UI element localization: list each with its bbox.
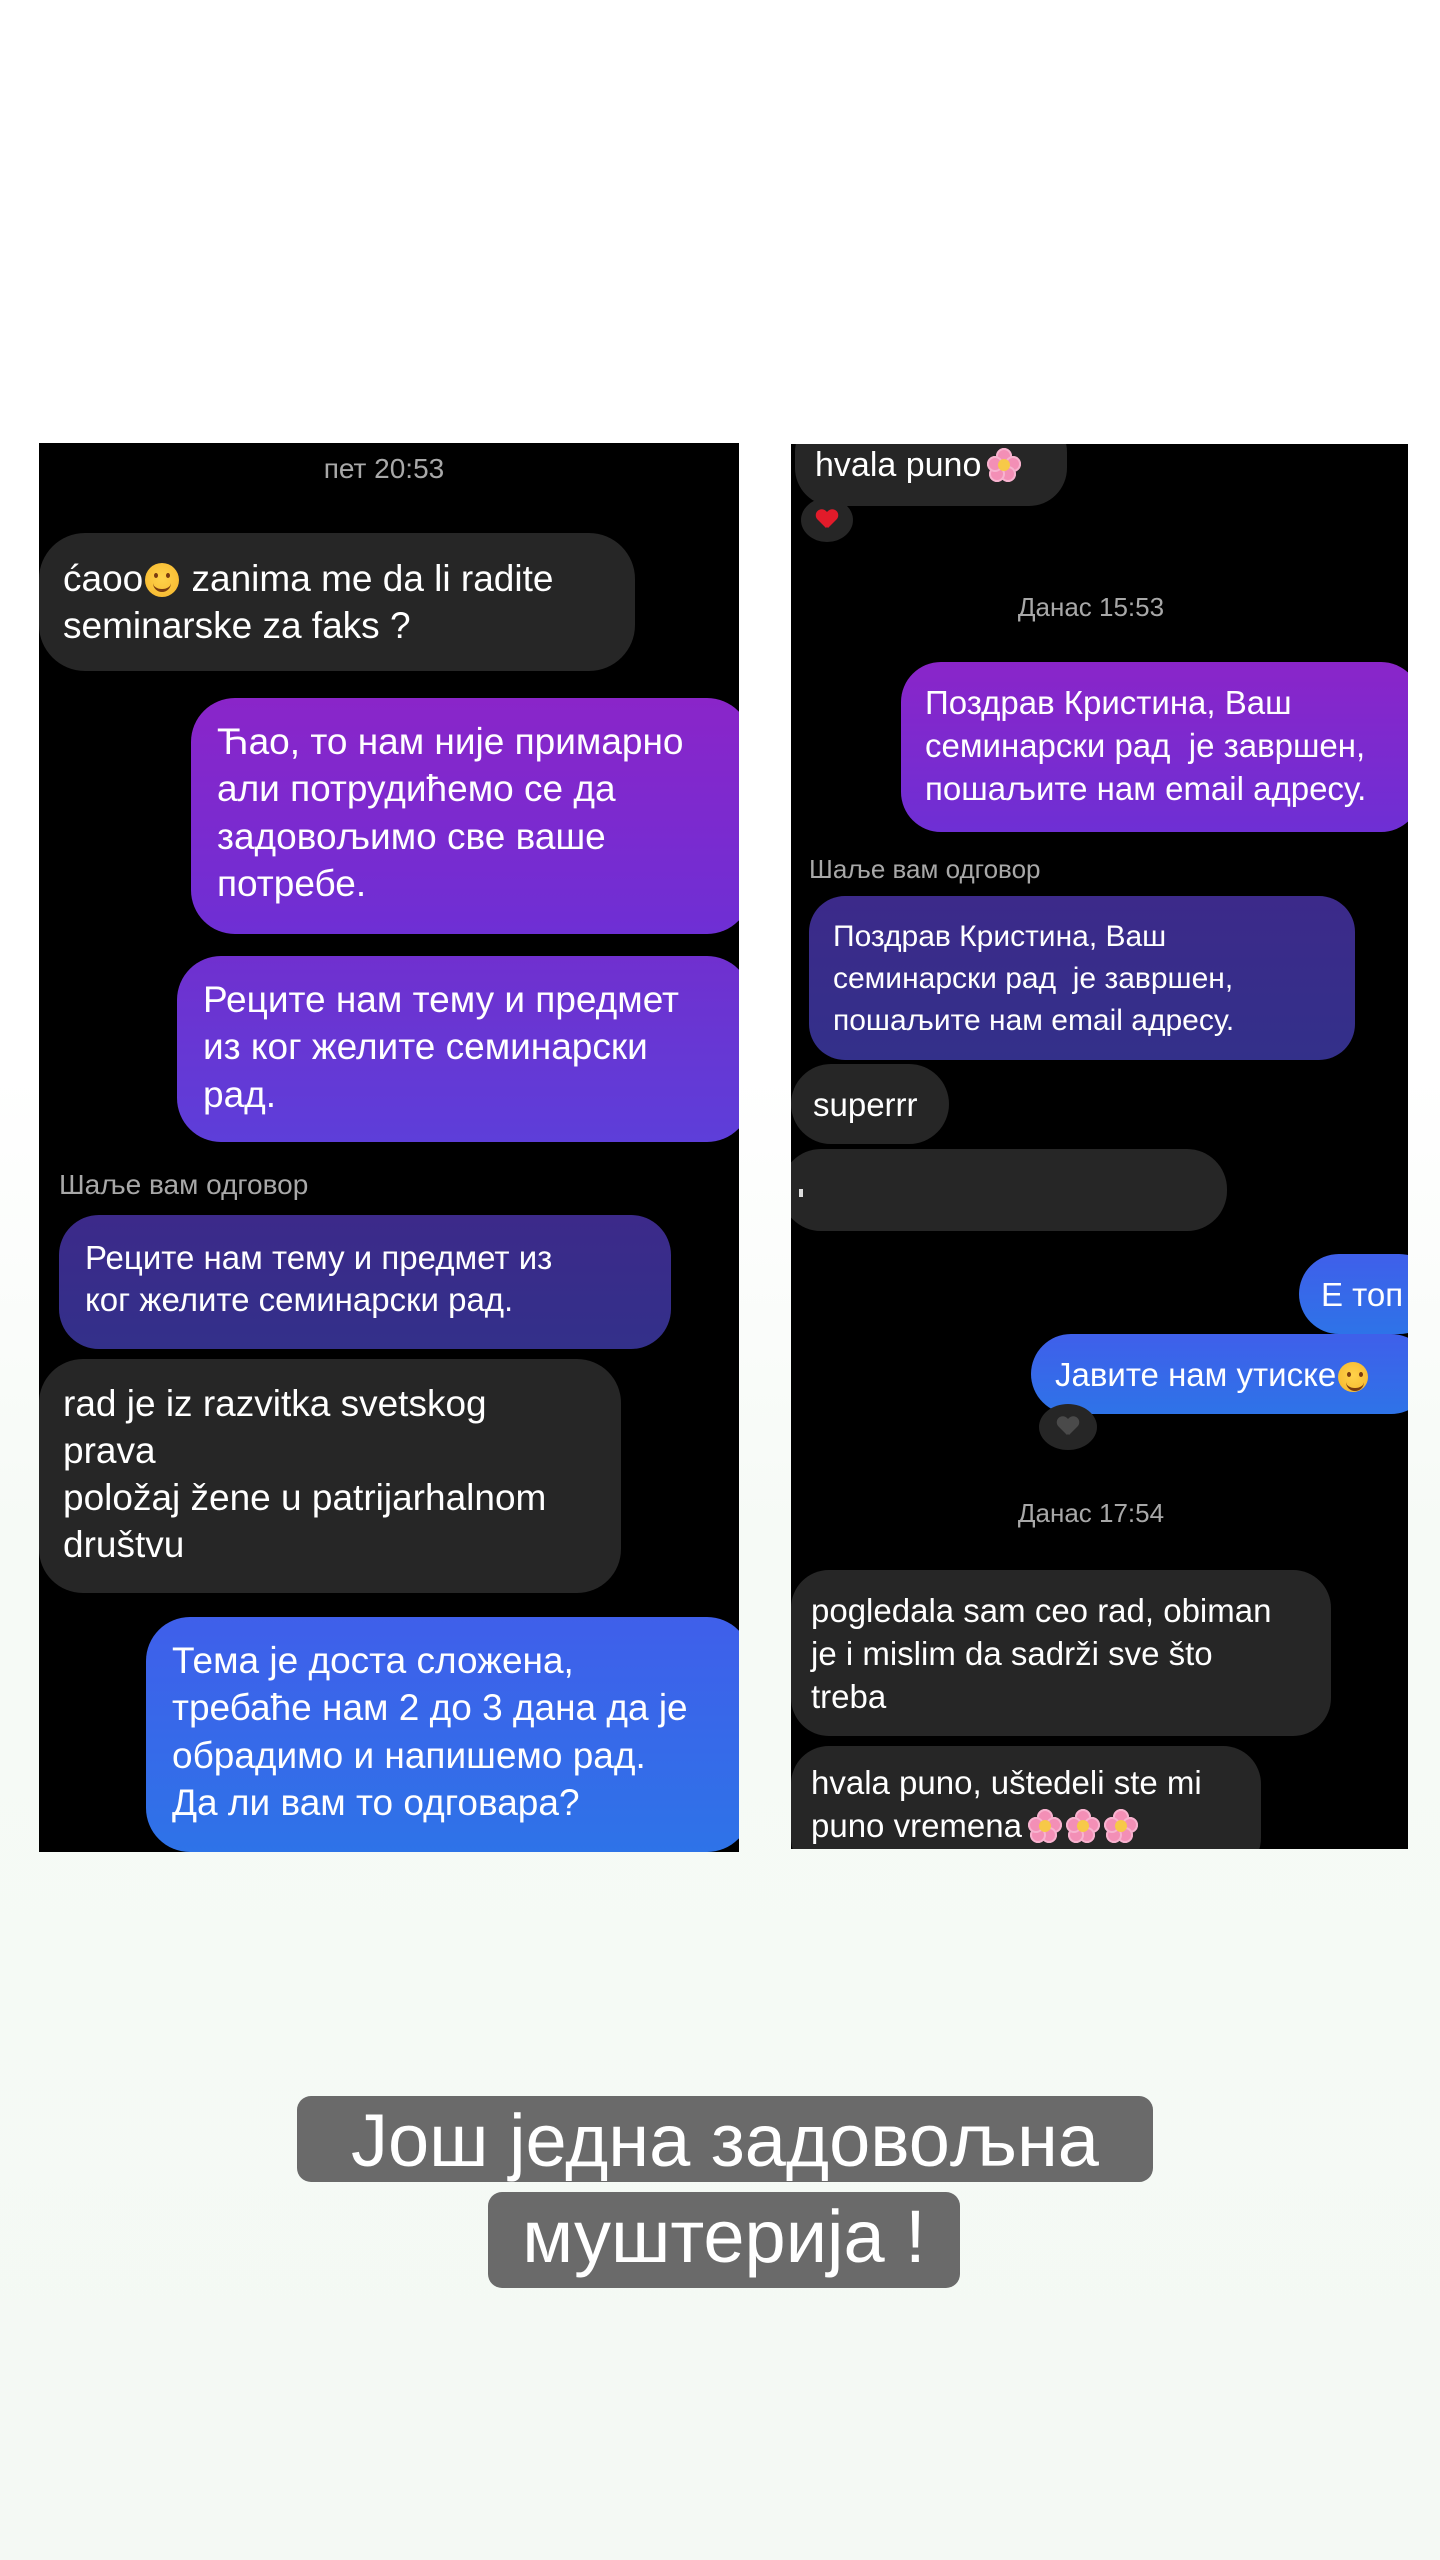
outgoing-message[interactable]: Поздрав Кристина, Ваш семинарски рад је …	[901, 662, 1408, 832]
redacted-message	[791, 1149, 1227, 1231]
timestamp: пет 20:53	[323, 453, 445, 484]
message-text: Е топ	[1321, 1276, 1404, 1313]
outgoing-message[interactable]: Е топ	[1299, 1254, 1408, 1334]
message-text: superrr	[813, 1086, 918, 1123]
message-text: hvala puno	[815, 446, 982, 484]
message-text: hvala puno, uštedeli ste mi puno vremena	[811, 1764, 1202, 1844]
incoming-message[interactable]: hvala puno, uštedeli ste mi puno vremena	[791, 1746, 1261, 1849]
incoming-message[interactable]: pogledala sam ceo rad, obiman je i misli…	[791, 1570, 1331, 1736]
caption-line-1: Још једна задовољна	[297, 2096, 1153, 2182]
cherry-blossom-icon	[987, 448, 1022, 482]
smiling-face-icon	[145, 563, 180, 597]
quoted-message[interactable]: Поздрав Кристина, Ваш семинарски рад је …	[809, 896, 1355, 1060]
chat-screenshot-left: пет 20:53 ćaoo zanima me da li radite se…	[39, 443, 739, 1852]
timestamp: Данас 17:54	[1017, 1498, 1165, 1528]
incoming-message[interactable]: rad je iz razvitka svetskog prava položa…	[39, 1359, 621, 1593]
outgoing-message[interactable]: Реците нам тему и предмет из ког желите …	[177, 956, 739, 1142]
cherry-blossom-icon	[1027, 1808, 1062, 1843]
message-text: rad je iz razvitka svetskog prava položa…	[63, 1383, 547, 1565]
quoted-text: Реците нам тему и предмет из ког желите …	[85, 1239, 553, 1319]
reply-label: Шаље вам одговор	[59, 1169, 309, 1200]
outgoing-message[interactable]: Тема је доста сложена, требаће нам 2 до …	[146, 1617, 739, 1852]
red-heart-icon	[816, 510, 838, 530]
cherry-blossom-icon	[1065, 1808, 1100, 1843]
reply-label: Шаље вам одговор	[809, 854, 1041, 884]
chat-screenshot-right: hvala puno Данас 15:53 Поздрав Кристина,…	[791, 444, 1408, 1849]
incoming-message[interactable]: hvala puno	[795, 444, 1067, 506]
message-text: Поздрав Кристина, Ваш семинарски рад је …	[925, 684, 1367, 807]
reaction-badge[interactable]	[1039, 1404, 1097, 1450]
message-text: ćaoo	[63, 558, 144, 599]
incoming-message[interactable]: superrr	[791, 1064, 949, 1144]
message-text: Тема је доста сложена, требаће нам 2 до …	[172, 1640, 688, 1824]
outgoing-message[interactable]: Јавите нам утиске	[1031, 1334, 1408, 1414]
message-text: Реците нам тему и предмет из ког желите …	[203, 979, 679, 1115]
cherry-blossom-icon	[1103, 1808, 1138, 1843]
outgoing-message[interactable]: Ћао, то нам није примарно али потрудићем…	[191, 698, 739, 934]
heart-icon	[1057, 1417, 1079, 1437]
message-text: Јавите нам утиске	[1055, 1356, 1337, 1393]
timestamp: Данас 15:53	[1017, 592, 1165, 622]
reaction-badge[interactable]	[801, 498, 853, 542]
quoted-message[interactable]: Реците нам тему и предмет из ког желите …	[59, 1215, 671, 1349]
caption-line-2: муштерија !	[488, 2192, 960, 2288]
smiling-face-icon	[1338, 1362, 1369, 1392]
message-text: pogledala sam ceo rad, obiman je i misli…	[811, 1592, 1272, 1715]
incoming-message[interactable]: ćaoo zanima me da li radite seminarske z…	[39, 533, 635, 671]
quoted-text: Поздрав Кристина, Ваш семинарски рад је …	[833, 920, 1235, 1037]
message-text: Ћао, то нам није примарно али потрудићем…	[217, 721, 684, 905]
